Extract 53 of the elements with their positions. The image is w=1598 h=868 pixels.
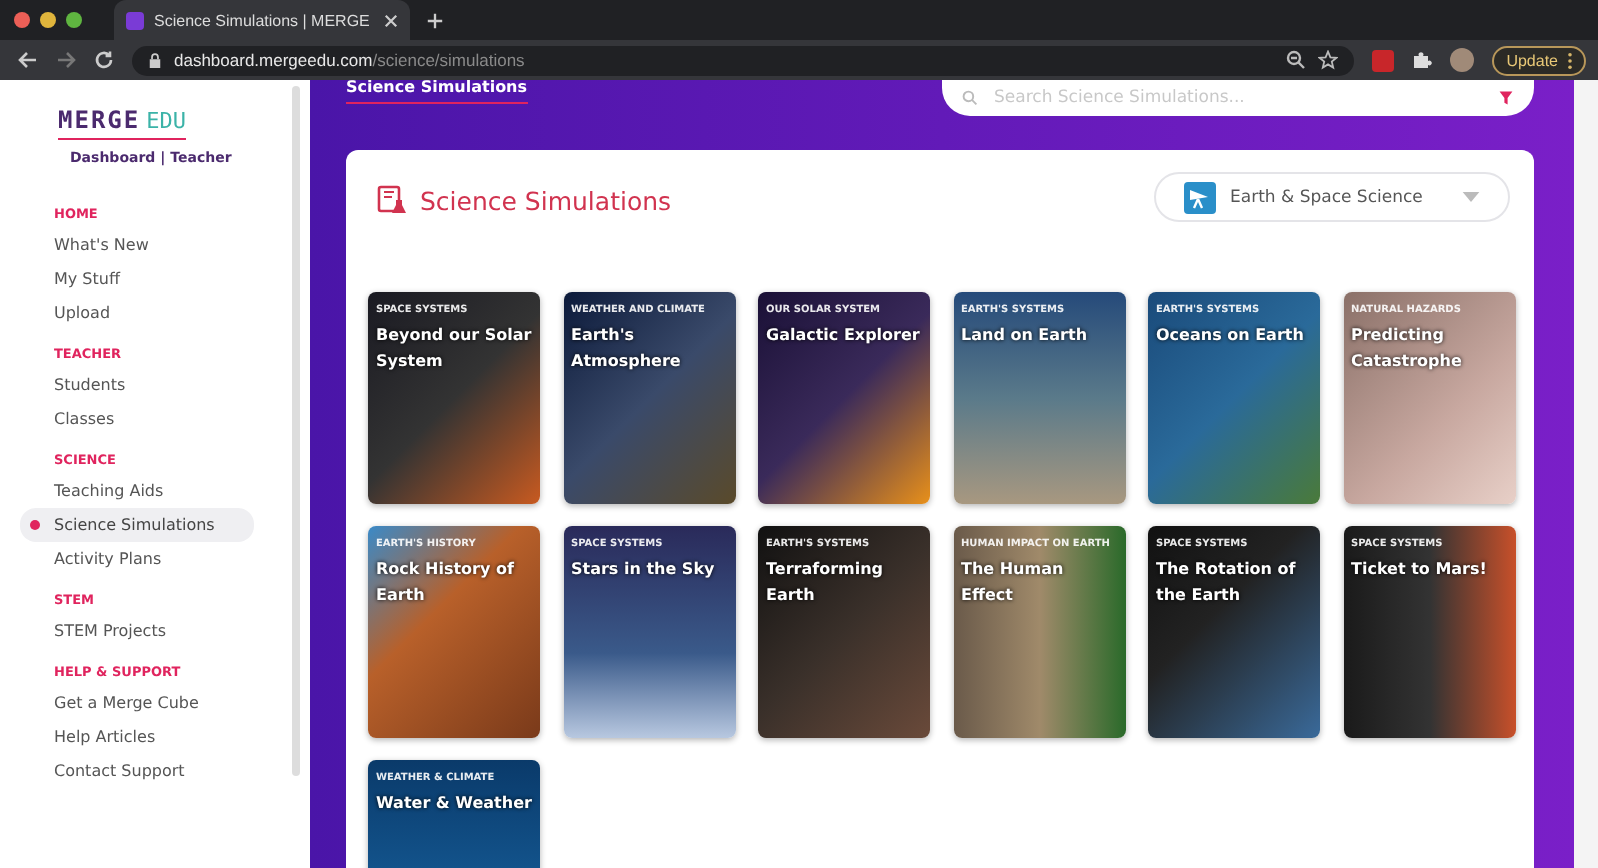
sidebar-item[interactable]: Upload	[54, 296, 111, 330]
forward-arrow-icon[interactable]	[56, 50, 76, 70]
zoom-icon[interactable]	[1286, 50, 1307, 70]
sidebar-item[interactable]: Classes	[54, 402, 115, 436]
sidebar-item[interactable]: Get a Merge Cube	[54, 686, 199, 720]
card-title: The Rotation of the Earth	[1156, 558, 1298, 608]
card-title: Predicting Catastrophe	[1351, 324, 1464, 374]
back-arrow-icon[interactable]	[18, 50, 38, 70]
site-favicon-icon	[126, 11, 144, 29]
card-title: The Human Effect	[961, 558, 1066, 608]
minimize-window-icon[interactable]	[40, 12, 56, 28]
new-tab-icon[interactable]	[426, 11, 444, 29]
sidebar-item[interactable]: Help Articles	[54, 720, 156, 754]
sidebar-item[interactable]: What's New	[54, 228, 149, 262]
filter-icon[interactable]	[1498, 90, 1514, 106]
card-title: Water & Weather	[376, 792, 532, 816]
card-title: Land on Earth	[961, 324, 1090, 348]
merge-edu-logo: MERGE EDU	[58, 106, 186, 140]
card-title: Terraforming Earth	[766, 558, 886, 608]
sidebar-item[interactable]: Activity Plans	[54, 542, 162, 576]
maximize-window-icon[interactable]	[66, 12, 82, 28]
flask-document-icon	[376, 184, 408, 216]
browser-tab[interactable]: Science Simulations | MERGE	[114, 0, 410, 40]
page-scrollbar[interactable]	[1574, 80, 1598, 868]
subject-dropdown[interactable]: Earth & Space Science	[1154, 172, 1510, 222]
puzzle-icon[interactable]	[1412, 50, 1433, 70]
sidebar-item[interactable]: My Stuff	[54, 262, 120, 296]
url-text: dashboard.mergeedu.com/science/simulations	[174, 50, 525, 70]
card-title: Earth's Atmosphere	[571, 324, 683, 374]
card-title: Stars in the Sky	[571, 558, 717, 582]
close-window-icon[interactable]	[14, 12, 30, 28]
panel-title: Science Simulations	[420, 185, 672, 215]
sidebar-item[interactable]: Contact Support	[54, 754, 185, 788]
sidebar-item[interactable]: Teaching Aids	[54, 474, 164, 508]
page-tab[interactable]: Science Simulations	[346, 80, 528, 104]
card-title: Beyond our Solar System	[376, 324, 532, 374]
card-title: Galactic Explorer	[766, 324, 922, 348]
profile-avatar-icon[interactable]	[1450, 48, 1475, 72]
caret-icon	[1462, 192, 1480, 202]
reload-icon[interactable]	[94, 50, 114, 70]
card-title: Ticket to Mars!	[1351, 558, 1489, 582]
sidebar-item[interactable]: STEM Projects	[54, 614, 167, 648]
sidebar-scrollbar[interactable]	[292, 86, 300, 776]
sidebar-item[interactable]: Students	[54, 368, 126, 402]
sidebar-item[interactable]: Science Simulations	[20, 508, 254, 542]
card-title: Oceans on Earth	[1156, 324, 1306, 348]
update-button[interactable]: Update	[1492, 45, 1586, 75]
card-title: Rock History of Earth	[376, 558, 516, 608]
close-tab-icon[interactable]	[384, 13, 398, 27]
address-bar[interactable]: dashboard.mergeedu.com/science/simulations	[132, 45, 1355, 75]
star-icon[interactable]	[1318, 50, 1339, 70]
lock-icon	[148, 51, 162, 69]
search-icon	[962, 90, 978, 106]
